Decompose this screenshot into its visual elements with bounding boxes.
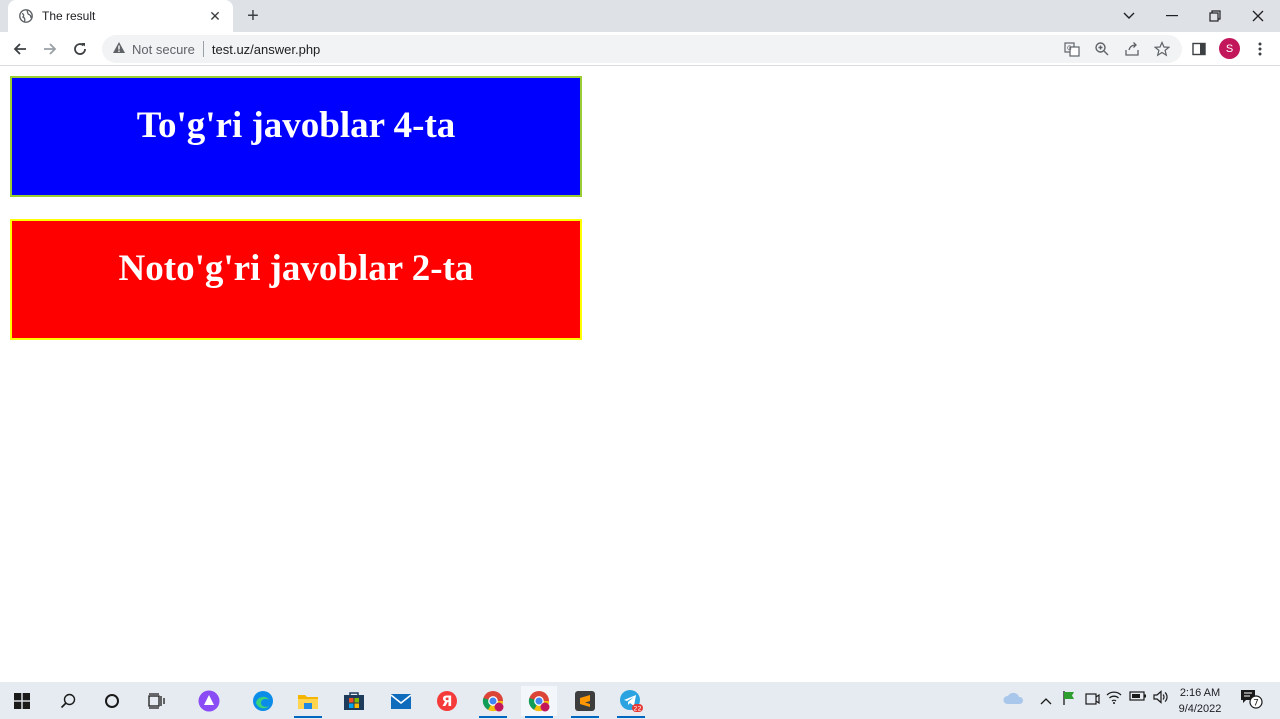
active-indicator (479, 716, 507, 718)
wrong-answers-box: Noto'g'ri javoblar 2-ta (10, 219, 582, 340)
svg-text:G: G (1067, 45, 1072, 52)
tab-title: The result (42, 9, 96, 23)
search-icon[interactable] (50, 686, 86, 716)
browser-toolbar: Not secure test.uz/answer.php G S (0, 32, 1280, 66)
clock-time: 2:16 AM (1179, 687, 1221, 699)
wrong-answers-label: Noto'g'ri javoblar 2-ta (118, 248, 474, 289)
back-arrow-icon[interactable] (8, 37, 32, 61)
warning-icon[interactable] (112, 41, 126, 57)
side-panel-icon[interactable] (1189, 39, 1209, 59)
meet-now-icon[interactable] (1084, 690, 1100, 709)
active-indicator (525, 716, 553, 718)
clock-date: 9/4/2022 (1178, 703, 1222, 715)
reload-icon[interactable] (68, 37, 92, 61)
active-indicator (571, 716, 599, 718)
yandex-browser-icon[interactable]: Я (429, 686, 465, 716)
onedrive-cloud-icon[interactable] (1002, 691, 1024, 708)
mail-icon[interactable] (383, 686, 419, 716)
yandex-letter: Я (442, 694, 453, 710)
alice-assistant-icon[interactable] (191, 686, 227, 716)
flag-icon[interactable] (1061, 690, 1077, 709)
task-view-icon[interactable] (139, 686, 175, 716)
page-content: To'g'ri javoblar 4-ta Noto'g'ri javoblar… (0, 67, 1280, 682)
edge-browser-icon[interactable] (245, 686, 281, 716)
sublime-text-icon[interactable] (567, 686, 603, 718)
volume-icon[interactable] (1152, 690, 1168, 707)
notification-count: 7 (1253, 699, 1259, 709)
translate-icon[interactable]: G (1062, 39, 1082, 59)
profile-avatar[interactable]: S (1219, 38, 1240, 59)
menu-kebab-icon[interactable] (1250, 39, 1270, 59)
minimize-icon[interactable] (1150, 0, 1194, 32)
system-clock[interactable]: 2:16 AM 9/4/2022 (1172, 685, 1228, 717)
close-window-icon[interactable] (1236, 0, 1280, 32)
active-indicator (617, 716, 645, 718)
zoom-icon[interactable] (1092, 39, 1112, 59)
restore-icon[interactable] (1193, 0, 1237, 32)
tab-strip: The result ✕ + (0, 0, 1280, 32)
active-indicator (294, 716, 322, 718)
telegram-unread-badge: 22 (633, 705, 641, 713)
chrome-active-icon[interactable] (521, 686, 557, 718)
file-explorer-icon[interactable] (290, 686, 326, 718)
battery-icon[interactable] (1129, 690, 1147, 705)
share-icon[interactable] (1122, 39, 1142, 59)
close-tab-icon[interactable]: ✕ (207, 8, 223, 24)
forward-arrow-icon[interactable] (38, 37, 62, 61)
chrome-profile-icon[interactable] (475, 686, 511, 718)
omnibox-divider (202, 41, 204, 57)
security-label[interactable]: Not secure (132, 42, 195, 57)
chevron-up-icon[interactable] (1040, 694, 1052, 708)
bookmark-star-icon[interactable] (1152, 39, 1172, 59)
cortana-icon[interactable] (94, 686, 130, 716)
windows-start-icon[interactable] (4, 686, 40, 716)
tab-search-icon[interactable] (1107, 0, 1151, 32)
windows-taskbar: Я 22 2:16 AM 9/4/2022 7 (0, 682, 1280, 719)
address-bar[interactable]: Not secure test.uz/answer.php (102, 35, 1182, 63)
wifi-icon[interactable] (1106, 690, 1122, 707)
correct-answers-label: To'g'ri javoblar 4-ta (136, 105, 456, 146)
correct-answers-box: To'g'ri javoblar 4-ta (10, 76, 582, 197)
globe-icon (18, 8, 34, 24)
telegram-icon[interactable]: 22 (613, 686, 649, 718)
url-text[interactable]: test.uz/answer.php (212, 42, 320, 57)
tab-the-result[interactable]: The result ✕ (8, 0, 233, 32)
new-tab-button[interactable]: + (243, 6, 263, 26)
notification-center-icon[interactable]: 7 (1240, 688, 1266, 713)
microsoft-store-icon[interactable] (336, 686, 372, 716)
